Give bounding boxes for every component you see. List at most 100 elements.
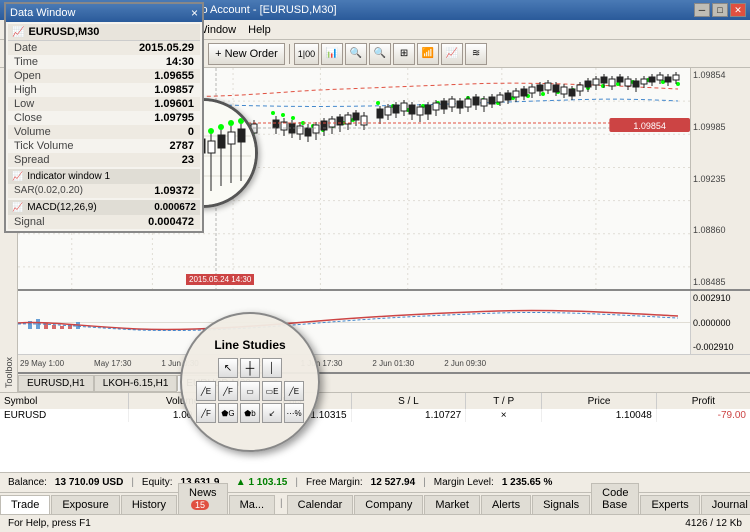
- orders-col-price2: Price: [542, 393, 657, 409]
- price-scale: 1.09854 1.09985 1.09235 1.08860 1.08485: [690, 68, 750, 289]
- tab-history[interactable]: History: [121, 495, 177, 514]
- dw-section-indicator1: 📈 Indicator window 1: [8, 169, 200, 184]
- tab-company[interactable]: Company: [354, 495, 423, 514]
- indicator-scale-3: -0.002910: [693, 342, 748, 352]
- menu-help[interactable]: Help: [242, 22, 277, 38]
- tab-news[interactable]: News 15: [178, 483, 228, 514]
- tabs-separator: |: [276, 498, 287, 509]
- ls-btn-arrow[interactable]: ↙: [262, 403, 282, 423]
- indicator-scale-1: 0.002910: [693, 293, 748, 303]
- profit-value: ▲ 1 103.15: [236, 477, 288, 488]
- margin-level-value: 1 235.65 %: [502, 477, 553, 488]
- tab-market[interactable]: Market: [424, 495, 480, 514]
- tab-exposure[interactable]: Exposure: [51, 495, 119, 514]
- title-bar-controls: ─ □ ✕: [694, 3, 746, 17]
- price-level-4: 1.08860: [693, 225, 748, 235]
- dw-row-time: Time 14:30: [8, 55, 200, 69]
- status-sep-1: |: [131, 477, 134, 488]
- dw-row-spread: Spread 23: [8, 153, 200, 167]
- ls-btn-diamond-g[interactable]: ⬟G: [218, 403, 238, 423]
- bottom-tabs-row: Trade Exposure History News 15 Ma... | C…: [0, 492, 750, 514]
- tab-signals[interactable]: Signals: [532, 495, 590, 514]
- news-badge: 15: [191, 500, 209, 510]
- dw-row-tick-volume: Tick Volume 2787: [8, 139, 200, 153]
- dw-row-date: Date 2015.05.29: [8, 41, 200, 55]
- price-level-5: 1.08485: [693, 277, 748, 287]
- dw-pair-icon: 📈: [12, 27, 24, 38]
- data-window: Data Window × 📈 EURUSD,M30 Date 2015.05.…: [4, 2, 204, 233]
- tab-journal[interactable]: Journal: [701, 495, 750, 514]
- ls-btn-percent[interactable]: ⋯%: [284, 403, 304, 423]
- ls-btn-crosshair[interactable]: ┼: [240, 358, 260, 378]
- tab-trade[interactable]: Trade: [0, 495, 50, 514]
- new-order-button[interactable]: + New Order: [208, 43, 285, 65]
- orders-col-symbol: Symbol: [0, 393, 129, 409]
- toolbar-search[interactable]: 🔍: [345, 43, 367, 65]
- minimize-button[interactable]: ─: [694, 3, 710, 17]
- dw-row-high: High 1.09857: [8, 83, 200, 97]
- toolbar-period[interactable]: ≋: [465, 43, 487, 65]
- ls-btn-rect[interactable]: ▭: [240, 381, 260, 401]
- toolbar-vol[interactable]: 📶: [417, 43, 439, 65]
- toolbar-zoom-100[interactable]: 1|00: [294, 43, 319, 65]
- indicator-panel: 0.002910 0.000000 -0.002910: [18, 289, 750, 354]
- chart-tab-lkoh[interactable]: LKOH-6.15,H1: [94, 375, 178, 392]
- indicator-scale-2: 0.000000: [693, 318, 748, 328]
- crosshair-date: 2015.05.24 14:30: [186, 274, 254, 285]
- dw-indicator-label: Indicator window 1: [27, 171, 110, 182]
- ls-btn-line-f2[interactable]: ╱F: [196, 403, 216, 423]
- ls-btn-line-e2[interactable]: ╱E: [284, 381, 304, 401]
- time-label-1: 29 May 1:00: [20, 359, 64, 368]
- toolbar-search2[interactable]: 🔍: [369, 43, 391, 65]
- order-price2: 1.10048: [542, 409, 657, 422]
- dw-row-volume: Volume 0: [8, 125, 200, 139]
- line-studies-title: Line Studies: [214, 338, 285, 352]
- dw-macd-label: MACD(12,26,9): [27, 202, 96, 213]
- dw-section-macd: 📈 MACD(12,26,9) 0.000672: [8, 200, 200, 215]
- dw-row-signal: Signal 0.000472: [8, 215, 200, 229]
- free-margin-value: 12 527.94: [371, 477, 416, 488]
- indicator-svg: [18, 291, 690, 354]
- time-axis: 29 May 1:00 May 17:30 1 Jun 0:30 1 Jun 0…: [18, 354, 750, 372]
- tab-codebase[interactable]: Code Base: [591, 483, 639, 514]
- toolbar-sep-4: [289, 44, 290, 64]
- status-sep-3: |: [423, 477, 426, 488]
- toolbar-chart-type[interactable]: 📊: [321, 43, 343, 65]
- margin-level-label: Margin Level:: [434, 477, 494, 488]
- tab-experts[interactable]: Experts: [640, 495, 699, 514]
- ls-btn-vline[interactable]: │: [262, 358, 282, 378]
- ls-btn-rect-e[interactable]: ▭E: [262, 381, 282, 401]
- time-label-6: 2 Jun 01:30: [372, 359, 414, 368]
- balance-value: 13 710.09 USD: [55, 477, 123, 488]
- order-row-1[interactable]: EURUSD 1.00 1.10315 1.10727 × 1.10048 -7…: [0, 409, 750, 422]
- line-studies-panel: Line Studies ↖ ┼ │ ╱E ╱F ▭ ▭E ╱E ╱F ⬟G ⬟…: [180, 312, 320, 452]
- dw-row-low: Low 1.09601: [8, 97, 200, 111]
- ls-btn-line-f[interactable]: ╱F: [218, 381, 238, 401]
- data-window-body: 📈 EURUSD,M30 Date 2015.05.29 Time 14:30 …: [6, 22, 202, 231]
- dw-row-sar: SAR(0.02,0.20) 1.09372: [8, 184, 200, 198]
- chart-tabs-row: EURUSD,H1 LKOH-6.15,H1 EURUSD,M30 ◀ ▶: [18, 372, 750, 392]
- dw-pair-name: EURUSD,M30: [28, 26, 99, 38]
- tab-alerts[interactable]: Alerts: [481, 495, 531, 514]
- data-window-close-button[interactable]: ×: [191, 6, 198, 20]
- orders-panel: Symbol Volume Price S / L T / P Price Pr…: [0, 392, 750, 472]
- tab-calendar[interactable]: Calendar: [287, 495, 354, 514]
- ls-btn-cursor[interactable]: ↖: [218, 358, 238, 378]
- data-window-title-bar: Data Window ×: [6, 4, 202, 22]
- ls-btn-line-e[interactable]: ╱E: [196, 381, 216, 401]
- help-text: For Help, press F1: [8, 518, 91, 529]
- maximize-button[interactable]: □: [712, 3, 728, 17]
- toolbar-indicators[interactable]: 📈: [441, 43, 463, 65]
- tab-ma[interactable]: Ma...: [229, 495, 275, 514]
- order-symbol: EURUSD: [0, 409, 129, 422]
- price-level-3: 1.09235: [693, 174, 748, 184]
- equity-label: Equity:: [142, 477, 173, 488]
- dw-row-close: Close 1.09795: [8, 111, 200, 125]
- ls-btn-diamond-b[interactable]: ⬟b: [240, 403, 260, 423]
- help-bar: For Help, press F1 4126 / 12 Kb: [0, 514, 750, 532]
- toolbar-grid[interactable]: ⊞: [393, 43, 415, 65]
- orders-col-profit: Profit: [656, 393, 750, 409]
- close-button[interactable]: ✕: [730, 3, 746, 17]
- order-profit: -79.00: [656, 409, 750, 422]
- chart-tab-eurusd-h1[interactable]: EURUSD,H1: [18, 375, 94, 392]
